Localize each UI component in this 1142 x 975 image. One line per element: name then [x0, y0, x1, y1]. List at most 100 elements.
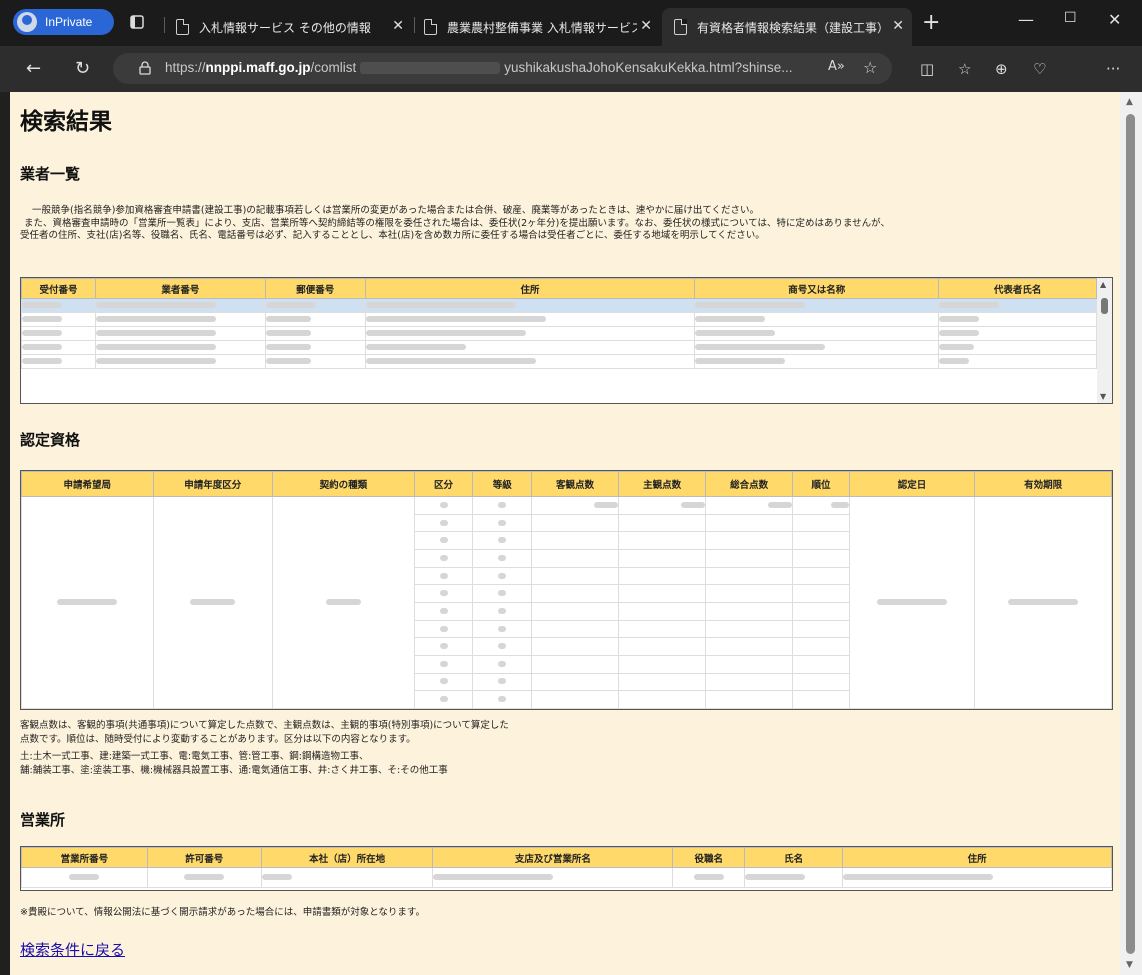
- qualification-table-grid: 申請希望局 申請年度区分 契約の種類 区分 等級 客観点数 主観点数 総合点数 …: [21, 470, 1112, 709]
- refresh-icon[interactable]: ↻: [75, 58, 90, 79]
- url-path-rest: yushikakushaJohoKensakuKekka.html?shinse…: [504, 60, 793, 75]
- split-screen-icon[interactable]: ◫: [920, 60, 934, 78]
- scroll-up-icon[interactable]: ▲: [1126, 97, 1133, 107]
- table-row[interactable]: [21, 340, 1097, 355]
- col-header: 主観点数: [618, 470, 707, 498]
- col-header: 氏名: [744, 847, 844, 868]
- col-header: 申請年度区分: [152, 470, 273, 498]
- address-toolbar: ← ↻ https://nnppi.maff.go.jp/comlist yush…: [0, 46, 1142, 92]
- tab-title: 有資格者情報検索結果（建設工事）: [697, 20, 883, 35]
- section-title-vendors: 業者一覧: [20, 165, 81, 183]
- vendor-table-grid: 受付番号 業者番号 郵便番号 住所 商号又は名称 代表者氏名: [21, 278, 1097, 369]
- read-aloud-icon[interactable]: A»: [828, 59, 845, 74]
- favorite-star-icon[interactable]: ☆: [863, 58, 877, 77]
- page-title: 検索結果: [20, 109, 112, 135]
- close-window-icon[interactable]: ✕: [1108, 10, 1121, 29]
- section-title-qualification: 認定資格: [20, 431, 81, 449]
- note-line: 点数です。順位は、随時受付により変動することがあります。区分は以下の内容となりま…: [20, 733, 416, 745]
- col-header: 業者番号: [94, 278, 266, 299]
- scroll-down-icon[interactable]: ▼: [1100, 392, 1106, 401]
- note-line: 舗:舗装工事、塗:塗装工事、機:機械器具設置工事、通:電気通信工事、井:さく井工…: [20, 764, 448, 776]
- tab-qualification-results[interactable]: 有資格者情報検索結果（建設工事） ✕: [662, 8, 912, 46]
- maximize-icon[interactable]: ☐: [1064, 10, 1077, 26]
- col-header: 支店及び営業所名: [432, 847, 674, 868]
- back-arrow-icon[interactable]: ←: [26, 58, 41, 79]
- tab-title: 農業農村整備事業 入札情報サービス: [447, 20, 637, 35]
- tab-other-info[interactable]: 入札情報サービス その他の情報 ✕: [176, 8, 412, 46]
- notice-line: 受任者の住所、支社(店)名等、役職名、氏名、電話番号は必ず、記入することとし、本…: [20, 230, 765, 241]
- back-to-search-link[interactable]: 検索条件に戻る: [20, 939, 125, 960]
- col-header: 順位: [792, 470, 850, 498]
- col-header: 等級: [472, 470, 533, 498]
- tab-close-icon[interactable]: ✕: [640, 18, 652, 34]
- table-row: [21, 496, 1112, 709]
- tab-separator: [164, 17, 165, 33]
- col-header: 商号又は名称: [694, 278, 940, 299]
- url-prefix: https://: [165, 60, 206, 75]
- vendor-table-scrollbar[interactable]: ▲ ▼: [1097, 278, 1112, 403]
- new-tab-icon[interactable]: +: [922, 10, 940, 35]
- notice-text: 一般競争(指名競争)参加資格審査申請書(建設工事)の記載事項若しくは営業所の変更…: [20, 205, 890, 243]
- note-line: 土:土木一式工事、建:建築一式工事、電:電気工事、管:管工事、鋼:鋼構造物工事、: [20, 751, 369, 762]
- col-header: 住所: [842, 847, 1112, 868]
- col-header: 総合点数: [705, 470, 794, 498]
- collections-icon[interactable]: ⊕: [995, 60, 1008, 78]
- col-header: 契約の種類: [271, 470, 415, 498]
- col-header: 認定日: [848, 470, 976, 498]
- section-title-office: 営業所: [20, 811, 66, 829]
- tab-close-icon[interactable]: ✕: [892, 18, 904, 34]
- scroll-down-icon[interactable]: ▼: [1126, 960, 1133, 970]
- browser-window: InPrivate 入札情報サービス その他の情報 ✕ 農業農村整備事業 入札情…: [0, 0, 1142, 975]
- address-bar[interactable]: https://nnppi.maff.go.jp/comlist yushikak…: [113, 53, 892, 84]
- scrollbar-thumb[interactable]: [1126, 114, 1135, 954]
- notice-line: 一般競争(指名競争)参加資格審査申請書(建設工事)の記載事項若しくは営業所の変更…: [32, 205, 760, 216]
- col-header: 有効期限: [974, 470, 1112, 498]
- minimize-icon[interactable]: —: [1018, 10, 1034, 29]
- tab-actions-icon[interactable]: [128, 13, 146, 31]
- col-header: 受付番号: [21, 278, 96, 299]
- note-line: 客観点数は、客観的事項(共通事項)について算定した点数で、主観点数は、主観的事項…: [20, 720, 509, 731]
- table-row[interactable]: [21, 298, 1097, 313]
- col-header: 郵便番号: [264, 278, 366, 299]
- col-header: 代表者氏名: [938, 278, 1097, 299]
- redacted-url-segment: [360, 62, 501, 75]
- col-header: 許可番号: [146, 847, 262, 868]
- table-row: [21, 867, 1112, 888]
- col-header: 区分: [413, 470, 474, 498]
- table-row[interactable]: [21, 354, 1097, 369]
- favorites-icon[interactable]: ☆: [958, 60, 971, 78]
- url-text: https://nnppi.maff.go.jp/comlist yushikak…: [165, 60, 792, 75]
- browser-essentials-icon[interactable]: ♡: [1033, 60, 1046, 78]
- vendor-table: 受付番号 業者番号 郵便番号 住所 商号又は名称 代表者氏名 ▲ ▼: [20, 277, 1113, 404]
- tab-title: 入札情報サービス その他の情報: [199, 20, 371, 35]
- tab-strip: InPrivate 入札情報サービス その他の情報 ✕ 農業農村整備事業 入札情…: [0, 0, 1142, 46]
- page-icon: [424, 19, 437, 35]
- lock-icon: [139, 61, 151, 75]
- col-header: 本社（店）所在地: [260, 847, 434, 868]
- table-row[interactable]: [21, 312, 1097, 327]
- col-header: 申請希望局: [21, 470, 154, 498]
- qualification-table: 申請希望局 申請年度区分 契約の種類 区分 等級 客観点数 主観点数 総合点数 …: [20, 470, 1113, 710]
- table-header-row: 受付番号 業者番号 郵便番号 住所 商号又は名称 代表者氏名: [21, 278, 1097, 299]
- col-header: 営業所番号: [21, 847, 148, 868]
- page-scrollbar[interactable]: ▲ ▼: [1120, 92, 1142, 975]
- table-header-row: 営業所番号 許可番号 本社（店）所在地 支店及び営業所名 役職名 氏名 住所: [21, 847, 1112, 868]
- disclosure-note: ※貴殿について、情報公開法に基づく開示請求があった場合には、申請書類が対象となり…: [20, 907, 425, 918]
- tab-close-icon[interactable]: ✕: [392, 18, 404, 34]
- office-table-grid: 営業所番号 許可番号 本社（店）所在地 支店及び営業所名 役職名 氏名 住所: [21, 847, 1112, 888]
- page-icon: [176, 19, 189, 35]
- inprivate-badge[interactable]: InPrivate: [13, 9, 114, 35]
- inprivate-label: InPrivate: [45, 15, 93, 29]
- scrollbar-thumb[interactable]: [1101, 298, 1108, 314]
- tab-agri-bid[interactable]: 農業農村整備事業 入札情報サービス ✕: [424, 8, 660, 46]
- col-header: 客観点数: [531, 470, 620, 498]
- table-row[interactable]: [21, 326, 1097, 341]
- more-menu-icon[interactable]: ···: [1106, 60, 1120, 78]
- col-header: 役職名: [672, 847, 746, 868]
- score-notes: 客観点数は、客観的事項(共通事項)について算定した点数で、主観点数は、主観的事項…: [20, 719, 509, 777]
- scroll-up-icon[interactable]: ▲: [1100, 280, 1106, 289]
- url-domain: nnppi.maff.go.jp: [205, 60, 311, 75]
- office-table: 営業所番号 許可番号 本社（店）所在地 支店及び営業所名 役職名 氏名 住所: [20, 846, 1113, 891]
- tab-separator: [414, 17, 415, 33]
- table-header-row: 申請希望局 申請年度区分 契約の種類 区分 等級 客観点数 主観点数 総合点数 …: [21, 470, 1112, 498]
